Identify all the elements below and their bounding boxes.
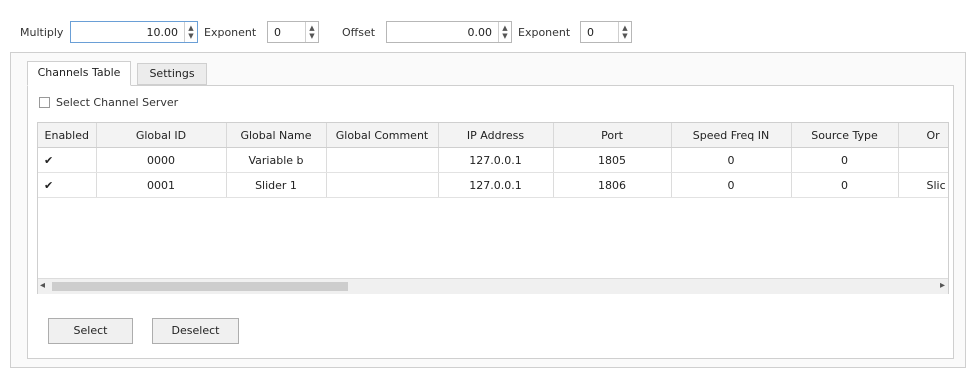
cell-speed-freq-in[interactable]: 0 <box>671 147 792 173</box>
cell-global-id[interactable]: 0001 <box>96 172 227 198</box>
enabled-check-icon[interactable]: ✔ <box>38 172 97 198</box>
cell-global-name[interactable]: Slider 1 <box>226 172 327 198</box>
spin-up-icon[interactable]: ▲ <box>622 24 627 32</box>
column-header-global-comment[interactable]: Global Comment <box>326 123 439 148</box>
column-header-enabled[interactable]: Enabled <box>38 123 97 148</box>
select-channel-server-label: Select Channel Server <box>56 96 179 109</box>
column-header-or[interactable]: Or <box>898 123 948 148</box>
select-button[interactable]: Select <box>48 318 133 344</box>
cell-or[interactable] <box>898 147 948 173</box>
offset-spinbox[interactable]: 0.00 ▲ ▼ <box>386 21 512 43</box>
cell-global-id[interactable]: 0000 <box>96 147 227 173</box>
spin-down-icon[interactable]: ▼ <box>309 32 314 40</box>
column-header-global-id[interactable]: Global ID <box>96 123 227 148</box>
cell-speed-freq-in[interactable]: 0 <box>671 172 792 198</box>
exponent-value-2[interactable]: 0 <box>581 26 618 39</box>
column-header-ip-address[interactable]: IP Address <box>438 123 554 148</box>
multiply-spin-arrows[interactable]: ▲ ▼ <box>184 22 197 42</box>
exponent-2-spin-arrows[interactable]: ▲ ▼ <box>618 22 631 42</box>
column-header-port[interactable]: Port <box>553 123 672 148</box>
spin-up-icon[interactable]: ▲ <box>502 24 507 32</box>
exponent-1-spin-arrows[interactable]: ▲ ▼ <box>305 22 318 42</box>
scroll-left-icon[interactable]: ◂ <box>40 280 45 291</box>
select-channel-server-checkbox[interactable] <box>39 97 50 108</box>
spin-down-icon[interactable]: ▼ <box>502 32 507 40</box>
column-header-source-type[interactable]: Source Type <box>791 123 899 148</box>
offset-label: Offset <box>342 26 376 39</box>
column-header-global-name[interactable]: Global Name <box>226 123 327 148</box>
cell-source-type[interactable]: 0 <box>791 147 899 173</box>
spin-up-icon[interactable]: ▲ <box>309 24 314 32</box>
multiply-spinbox[interactable]: 10.00 ▲ ▼ <box>70 21 198 43</box>
offset-value[interactable]: 0.00 <box>387 26 498 39</box>
multiply-label: Multiply <box>20 26 64 39</box>
scrollbar-thumb[interactable] <box>52 282 348 291</box>
tab-settings[interactable]: Settings <box>137 63 207 85</box>
cell-ip-address[interactable]: 127.0.0.1 <box>438 172 554 198</box>
offset-spin-arrows[interactable]: ▲ ▼ <box>498 22 511 42</box>
enabled-check-icon[interactable]: ✔ <box>38 147 97 173</box>
channels-table-view[interactable]: Enabled Global ID Global Name Global Com… <box>37 122 949 294</box>
cell-global-name[interactable]: Variable b <box>226 147 327 173</box>
exponent-spinbox-1[interactable]: 0 ▲ ▼ <box>267 21 319 43</box>
cell-ip-address[interactable]: 127.0.0.1 <box>438 147 554 173</box>
column-header-speed-freq-in[interactable]: Speed Freq IN <box>671 123 792 148</box>
channels-table: Enabled Global ID Global Name Global Com… <box>38 123 948 198</box>
cell-global-comment[interactable] <box>326 147 439 173</box>
deselect-button[interactable]: Deselect <box>152 318 239 344</box>
spin-down-icon[interactable]: ▼ <box>622 32 627 40</box>
exponent-label-1: Exponent <box>204 26 257 39</box>
exponent-value-1[interactable]: 0 <box>268 26 305 39</box>
exponent-spinbox-2[interactable]: 0 ▲ ▼ <box>580 21 632 43</box>
cell-or[interactable]: Slic <box>898 172 948 198</box>
cell-port[interactable]: 1805 <box>553 147 672 173</box>
cell-port[interactable]: 1806 <box>553 172 672 198</box>
cell-global-comment[interactable] <box>326 172 439 198</box>
scroll-right-icon[interactable]: ▸ <box>940 280 945 291</box>
tab-channels-table[interactable]: Channels Table <box>27 61 131 86</box>
spin-up-icon[interactable]: ▲ <box>188 24 193 32</box>
horizontal-scrollbar[interactable]: ◂ ▸ <box>38 278 948 294</box>
table-row[interactable]: ✔ 0001 Slider 1 127.0.0.1 1806 0 0 Slic <box>38 172 948 198</box>
cell-source-type[interactable]: 0 <box>791 172 899 198</box>
table-row[interactable]: ✔ 0000 Variable b 127.0.0.1 1805 0 0 <box>38 147 948 173</box>
spin-down-icon[interactable]: ▼ <box>188 32 193 40</box>
exponent-label-2: Exponent <box>518 26 571 39</box>
multiply-value[interactable]: 10.00 <box>71 26 184 39</box>
table-header-row: Enabled Global ID Global Name Global Com… <box>38 123 948 148</box>
